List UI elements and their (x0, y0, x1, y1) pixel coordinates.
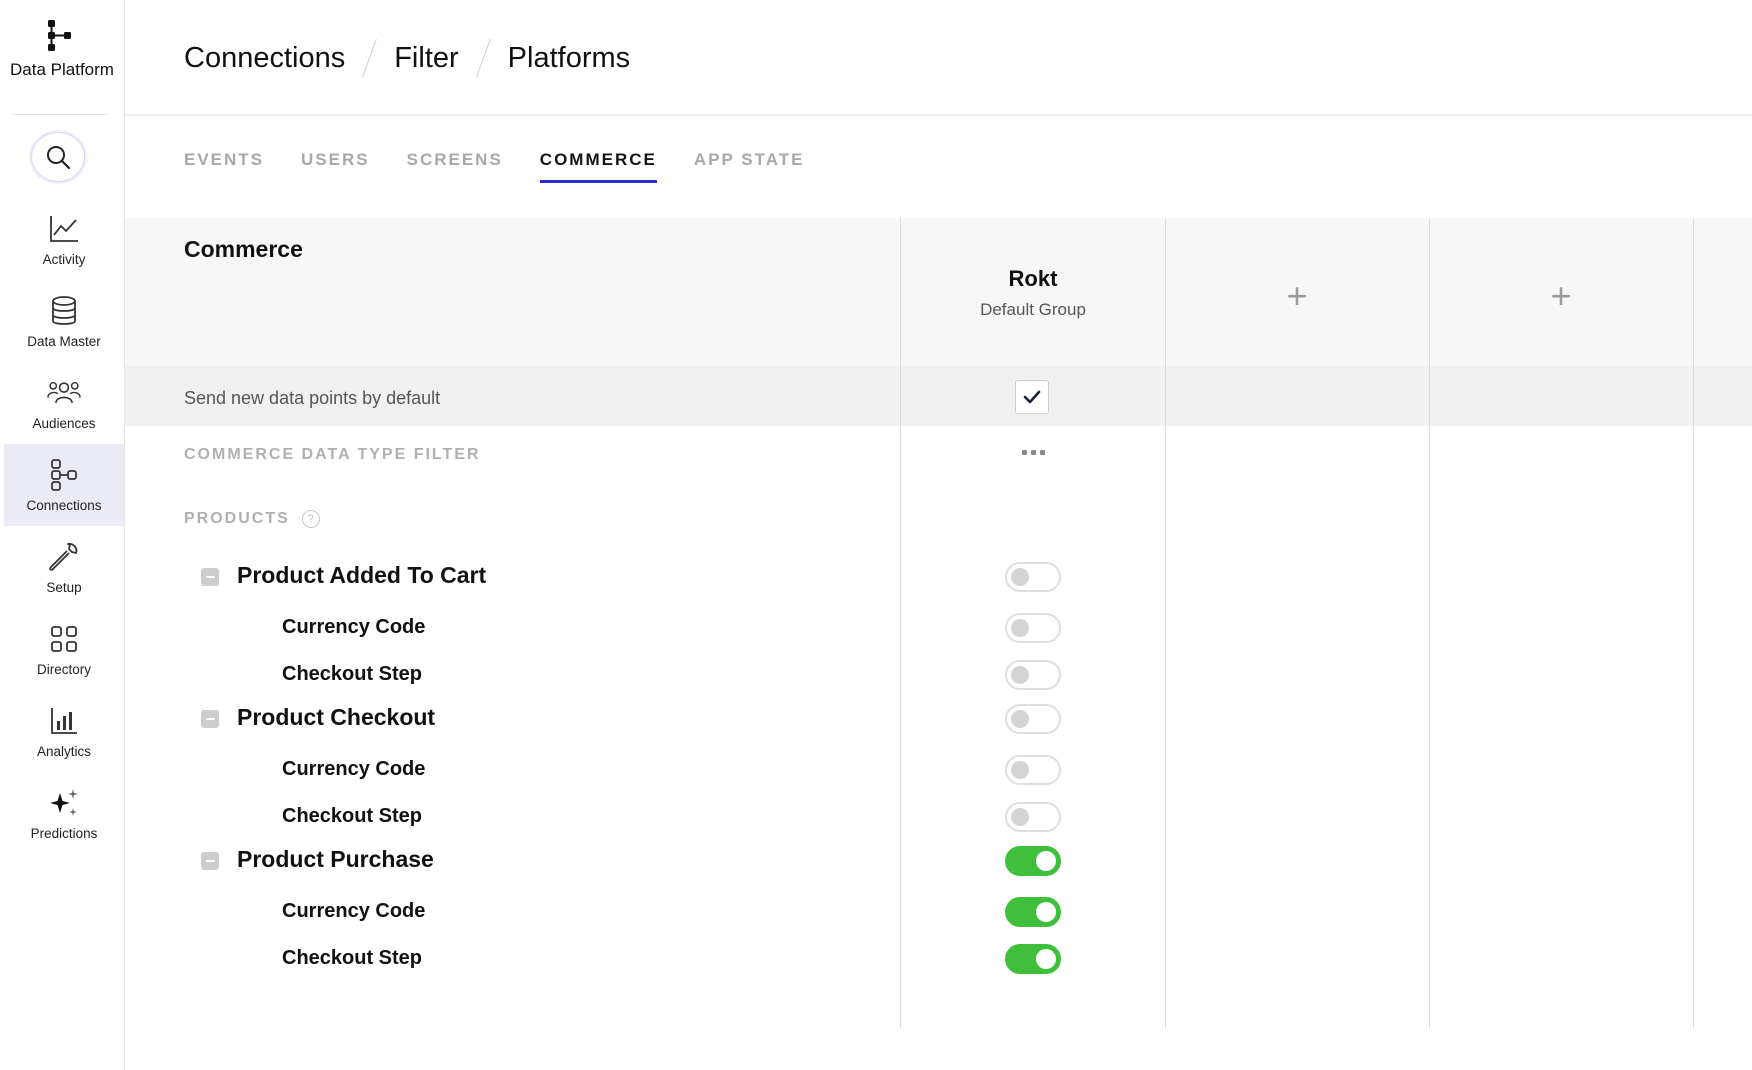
breadcrumb: Connections Filter Platforms (184, 38, 630, 78)
search-button[interactable] (31, 132, 85, 182)
row-label: Product Purchase (237, 846, 434, 872)
toggle-knob (1011, 808, 1029, 826)
product-event-row: Product Purchase (125, 841, 1752, 881)
filter-toggle[interactable] (1005, 944, 1061, 974)
filter-toggle[interactable] (1005, 802, 1061, 832)
search-icon (47, 146, 71, 170)
connections-icon (47, 458, 81, 492)
filter-toggle[interactable] (1005, 704, 1061, 734)
audiences-icon (47, 376, 81, 410)
tab-events[interactable]: EVENTS (184, 150, 264, 183)
filter-toggle[interactable] (1005, 613, 1061, 643)
attribute-row: Checkout Step (125, 939, 1752, 979)
sidebar-item-predictions[interactable]: Predictions (4, 772, 124, 854)
row-label: Product Checkout (237, 704, 436, 730)
toggle-knob (1036, 949, 1056, 969)
tab-screens[interactable]: SCREENS (407, 150, 503, 183)
product-event-row: Product Added To Cart (125, 557, 1752, 597)
tab-commerce[interactable]: COMMERCE (539, 150, 657, 183)
add-column-button[interactable]: + (1165, 278, 1429, 314)
collapse-icon[interactable] (201, 710, 219, 728)
tab-users[interactable]: USERS (301, 150, 370, 183)
breadcrumb-filter[interactable]: Filter (394, 42, 458, 75)
column-group: Default Group (980, 300, 1086, 319)
sidebar-item-label: Predictions (30, 825, 98, 841)
breadcrumb-connections[interactable]: Connections (184, 42, 345, 75)
wrench-icon (47, 540, 81, 574)
breadcrumb-separator (475, 39, 491, 77)
sidebar-item-label: Directory (36, 661, 91, 677)
attribute-row: Checkout Step (125, 655, 1752, 695)
collapse-icon[interactable] (201, 568, 219, 586)
tab-bar: EVENTS USERS SCREENS COMMERCE APP STATE (184, 150, 841, 183)
row-label: Currency Code (282, 900, 426, 922)
row-label: Currency Code (282, 616, 426, 638)
tab-app-state[interactable]: APP STATE (694, 150, 805, 183)
filter-toggle[interactable] (1005, 846, 1061, 876)
sidebar-divider (12, 114, 108, 115)
toggle-knob (1011, 761, 1029, 779)
sidebar-item-label: Analytics (36, 743, 92, 759)
activity-chart-icon (47, 212, 81, 246)
sidebar-item-label: Activity (42, 251, 86, 267)
section-title: Commerce (184, 236, 303, 262)
toggle-knob (1011, 619, 1029, 637)
row-label: Checkout Step (282, 805, 423, 827)
column-name: Rokt (1008, 266, 1058, 291)
sidebar-item-directory[interactable]: Directory (4, 608, 124, 690)
sidebar-item-label: Setup (46, 579, 82, 595)
attribute-row: Currency Code (125, 892, 1752, 932)
sidebar-item-label: Audiences (32, 415, 96, 431)
sidebar-item-connections[interactable]: Connections (4, 444, 124, 526)
sidebar-item-analytics[interactable]: Analytics (4, 690, 124, 772)
column-header-rokt[interactable]: Rokt Default Group (901, 266, 1165, 320)
attribute-row: Checkout Step (125, 797, 1752, 837)
attribute-row: Currency Code (125, 608, 1752, 648)
page-header: Connections Filter Platforms (125, 0, 1752, 116)
sidebar-nav: Activity Data Master Audiences Connectio… (4, 198, 124, 854)
sidebar-item-label: Data Master (27, 333, 101, 349)
filter-toggle[interactable] (1005, 897, 1061, 927)
filter-section-label: COMMERCE DATA TYPE FILTER (184, 446, 481, 463)
attribute-row: Currency Code (125, 750, 1752, 790)
logo-icon (48, 20, 71, 51)
row-label: Checkout Step (282, 663, 423, 685)
filter-toggle[interactable] (1005, 562, 1061, 592)
send-by-default-checkbox[interactable] (1015, 380, 1049, 414)
product-event-row: Product Checkout (125, 699, 1752, 739)
app-name: Data Platform (10, 60, 114, 79)
database-icon (47, 294, 81, 328)
bar-chart-icon (47, 704, 81, 738)
grid-icon (47, 622, 81, 656)
products-label: PRODUCTS ? (184, 510, 320, 528)
toggle-knob (1011, 568, 1029, 586)
sidebar-item-data-master[interactable]: Data Master (4, 280, 124, 362)
sidebar-item-label: Connections (26, 497, 102, 513)
filter-toggle[interactable] (1005, 660, 1061, 690)
toggle-knob (1036, 902, 1056, 922)
filter-grid: Commerce Rokt Default Group + + Send new… (125, 218, 1752, 1028)
filter-toggle[interactable] (1005, 755, 1061, 785)
add-column-button[interactable]: + (1429, 278, 1693, 314)
sidebar: Data Platform Activity Data Master Audie… (0, 0, 125, 1070)
breadcrumb-separator (362, 39, 378, 77)
sidebar-item-audiences[interactable]: Audiences (4, 362, 124, 444)
brand[interactable]: Data Platform (0, 18, 124, 80)
more-options-button[interactable] (1015, 440, 1051, 464)
sparkle-icon (47, 786, 81, 820)
collapse-icon[interactable] (201, 852, 219, 870)
toggle-knob (1011, 710, 1029, 728)
products-label-text: PRODUCTS (184, 510, 290, 527)
row-label: Currency Code (282, 758, 426, 780)
sidebar-item-setup[interactable]: Setup (4, 526, 124, 608)
toggle-knob (1011, 666, 1029, 684)
toggle-knob (1036, 851, 1056, 871)
row-label: Product Added To Cart (237, 562, 487, 588)
sidebar-item-activity[interactable]: Activity (4, 198, 124, 280)
default-label: Send new data points by default (184, 388, 441, 408)
checkmark-icon (1023, 390, 1041, 404)
help-icon[interactable]: ? (301, 510, 320, 528)
row-label: Checkout Step (282, 947, 423, 969)
breadcrumb-platforms: Platforms (507, 41, 631, 74)
